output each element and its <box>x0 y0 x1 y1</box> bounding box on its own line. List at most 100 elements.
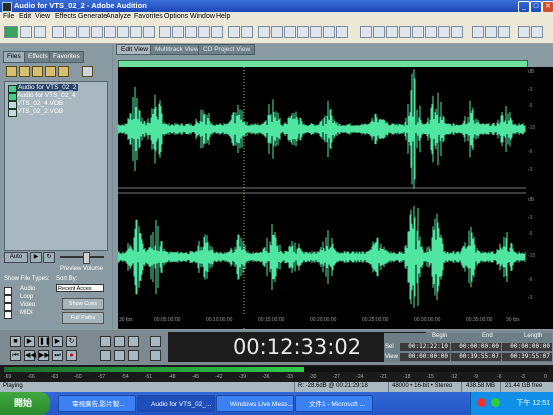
trim-icon[interactable] <box>211 26 223 38</box>
menu-favorites[interactable]: Favorites <box>134 13 163 20</box>
record-icon[interactable]: ● <box>66 350 77 361</box>
view-end-field[interactable]: 00:39:55:07 <box>451 353 501 361</box>
workspace-toggle-icon[interactable] <box>4 26 18 38</box>
zoom-in-horizontal-icon[interactable] <box>100 336 111 347</box>
open-file-icon[interactable] <box>6 66 17 77</box>
autoplay-button[interactable]: Auto <box>4 252 28 263</box>
menu-help[interactable]: Help <box>216 13 230 20</box>
tab-favorites[interactable]: Favorites <box>49 51 84 63</box>
menu-view[interactable]: View <box>35 13 50 20</box>
close-file-icon[interactable] <box>104 26 116 38</box>
menu-options[interactable]: Options <box>164 13 188 20</box>
view-length-field[interactable]: 00:39:55:07 <box>502 353 552 361</box>
menu-edit[interactable]: Edit <box>19 13 31 20</box>
loop-preview-icon[interactable]: ↻ <box>43 252 55 263</box>
window-layout-2-icon[interactable] <box>373 26 385 38</box>
tab-files[interactable]: Files <box>3 51 25 63</box>
show-cues-button[interactable]: Show Cues <box>62 298 104 310</box>
tab-effects[interactable]: Effects <box>24 51 52 63</box>
settings-icon[interactable] <box>485 26 497 38</box>
cut-icon[interactable] <box>159 26 171 38</box>
file-item[interactable]: Audio for VTS_02_4 <box>17 92 76 99</box>
loop-type-checkbox[interactable] <box>4 295 12 303</box>
sel-length-field[interactable]: 00:00:00:00 <box>502 343 552 351</box>
midi-type-checkbox[interactable] <box>4 311 12 319</box>
undo-icon[interactable] <box>117 26 129 38</box>
waveform-display[interactable] <box>117 67 526 329</box>
zoom-right-icon[interactable] <box>114 350 125 361</box>
properties-icon[interactable] <box>82 66 93 77</box>
help-icon[interactable] <box>498 26 510 38</box>
messenger-icon[interactable] <box>491 398 500 407</box>
frequency-icon[interactable] <box>518 26 530 38</box>
zoom-in-vertical-icon[interactable] <box>150 336 161 347</box>
open-icon[interactable] <box>65 26 77 38</box>
menu-window[interactable]: Window <box>190 13 215 20</box>
video-type-checkbox[interactable] <box>4 303 12 311</box>
metronome-icon[interactable] <box>472 26 484 38</box>
cd-icon[interactable] <box>34 26 46 38</box>
menu-file[interactable]: File <box>3 13 14 20</box>
play-preview-icon[interactable]: ▶ <box>30 252 42 263</box>
sort-by-select[interactable]: Recent Acces <box>56 284 104 292</box>
play-icon[interactable]: ▶ <box>24 336 35 347</box>
scrub-tool-icon[interactable] <box>310 26 322 38</box>
rewind-icon[interactable]: ◀◀ <box>24 350 36 361</box>
import-icon[interactable] <box>19 66 30 77</box>
window-layout-1-icon[interactable] <box>360 26 372 38</box>
sel-begin-field[interactable]: 00:12:22:10 <box>400 343 450 351</box>
lasso-tool-icon[interactable] <box>336 26 348 38</box>
play-to-end-icon[interactable]: ▶ <box>52 336 63 347</box>
select-tool-icon[interactable] <box>258 26 270 38</box>
antivirus-icon[interactable] <box>477 398 486 407</box>
copy-icon[interactable] <box>172 26 184 38</box>
tab-edit-view[interactable]: Edit View <box>116 44 153 55</box>
taskbar-item[interactable]: Windows Live Mess... <box>216 395 294 412</box>
tab-multitrack-view[interactable]: Multitrack View <box>150 44 204 55</box>
window-layout-7-icon[interactable] <box>438 26 450 38</box>
zoom-out-vertical-icon[interactable] <box>150 350 161 361</box>
menu-analyze[interactable]: Analyze <box>106 13 131 20</box>
paste-icon[interactable] <box>185 26 197 38</box>
audio-type-checkbox[interactable] <box>4 287 12 295</box>
preview-volume-thumb[interactable] <box>83 252 90 264</box>
tab-cd-project-view[interactable]: CD Project View <box>198 44 256 55</box>
time-ruler[interactable]: 30 fps 00:05:00:00 00:10:00:00 00:15:00:… <box>118 314 526 326</box>
view-begin-field[interactable]: 00:00:00:00 <box>400 353 450 361</box>
loop-play-icon[interactable]: ↻ <box>66 336 77 347</box>
menu-generate[interactable]: Generate <box>78 13 107 20</box>
window-layout-5-icon[interactable] <box>412 26 424 38</box>
preview-volume-slider[interactable] <box>60 256 104 258</box>
repeat-icon[interactable] <box>143 26 155 38</box>
toolbar-more-icon[interactable] <box>531 26 543 38</box>
mix-paste-icon[interactable] <box>198 26 210 38</box>
multitrack-icon[interactable] <box>20 26 32 38</box>
redo-icon[interactable] <box>130 26 142 38</box>
spectral-icon[interactable] <box>228 26 240 38</box>
fast-forward-icon[interactable]: ▶▶ <box>38 350 50 361</box>
start-button[interactable]: 開始 <box>0 392 50 415</box>
insert-icon[interactable] <box>58 66 69 77</box>
zoom-out-horizontal-icon[interactable] <box>114 336 125 347</box>
window-layout-8-icon[interactable] <box>451 26 463 38</box>
move-tool-icon[interactable] <box>284 26 296 38</box>
time-tool-icon[interactable] <box>297 26 309 38</box>
window-layout-3-icon[interactable] <box>386 26 398 38</box>
taskbar-item[interactable]: 文件1 - Microsoft ... <box>295 395 373 412</box>
waveform-icon[interactable] <box>241 26 253 38</box>
zoom-full-icon[interactable] <box>128 336 139 347</box>
taskbar-item-active[interactable]: Audio for VTS_02_... <box>137 395 215 412</box>
sel-end-field[interactable]: 00:00:00:00 <box>451 343 501 351</box>
go-to-end-icon[interactable]: ⏭ <box>52 350 63 361</box>
new-icon[interactable] <box>52 26 64 38</box>
zoom-left-icon[interactable] <box>100 350 111 361</box>
edit-file-icon[interactable] <box>45 66 56 77</box>
full-paths-button[interactable]: Full Paths <box>62 312 104 324</box>
hybrid-tool-icon[interactable] <box>271 26 283 38</box>
go-to-start-icon[interactable]: ⏮ <box>10 350 21 361</box>
window-layout-4-icon[interactable] <box>399 26 411 38</box>
marquee-tool-icon[interactable] <box>323 26 335 38</box>
save-icon[interactable] <box>78 26 90 38</box>
zoom-selection-icon[interactable] <box>128 350 139 361</box>
file-item[interactable]: VTS_02_2.VOB <box>17 108 63 115</box>
